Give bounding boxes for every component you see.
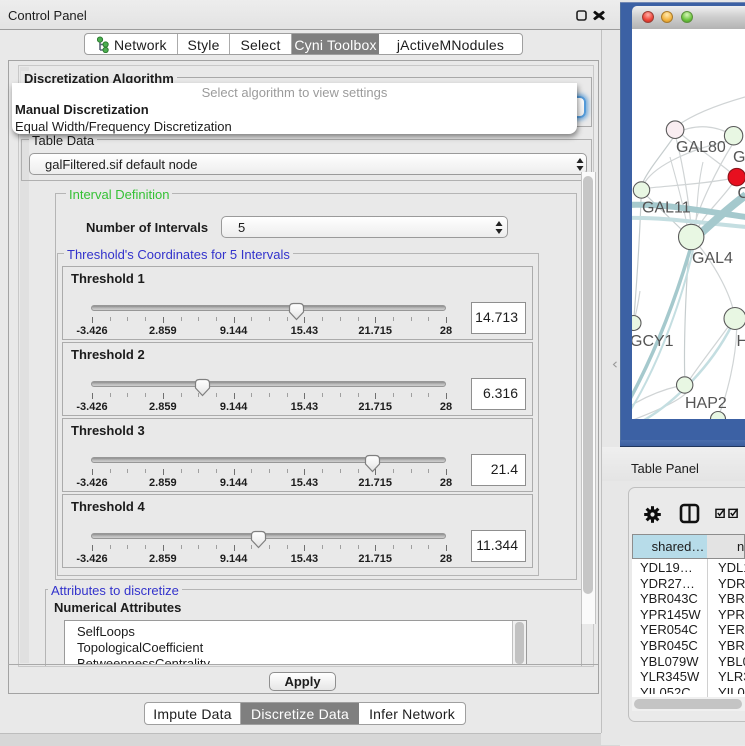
svg-text:GAL4: GAL4 (692, 250, 733, 267)
svg-text:HAP2: HAP2 (685, 395, 727, 412)
svg-text:H: H (737, 333, 745, 350)
svg-text:GCY1: GCY1 (632, 333, 674, 350)
svg-text:C: C (738, 185, 745, 202)
svg-text:GAL11: GAL11 (642, 200, 691, 217)
svg-text:GAL80: GAL80 (676, 139, 726, 156)
svg-text:GA: GA (733, 149, 745, 166)
